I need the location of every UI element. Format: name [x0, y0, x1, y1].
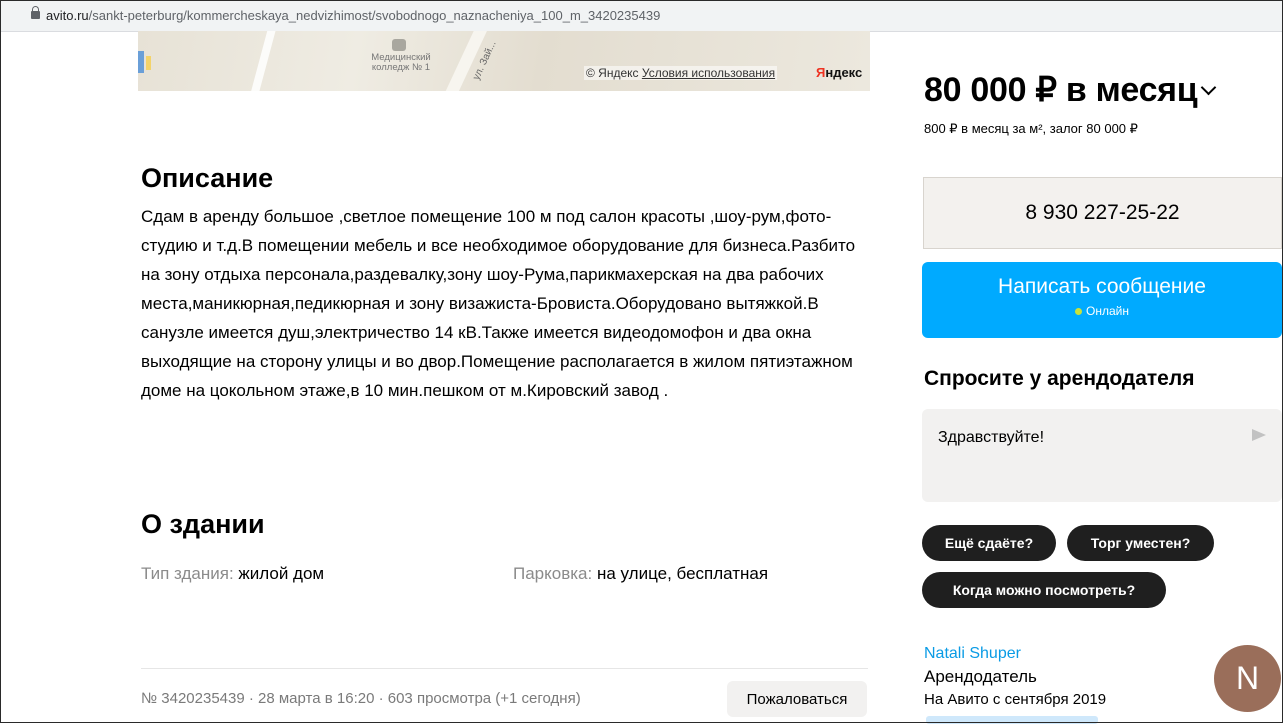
- map-feature: [138, 51, 144, 73]
- seller-name-link[interactable]: Natali Shuper: [924, 645, 1021, 663]
- send-icon[interactable]: [1252, 429, 1266, 441]
- chevron-down-icon[interactable]: [1201, 79, 1217, 96]
- online-status: Онлайн: [922, 304, 1282, 318]
- report-button[interactable]: Пожаловаться: [727, 681, 867, 717]
- map-poi-label: Медицинский колледж № 1: [371, 52, 431, 73]
- map-feature: [146, 56, 151, 70]
- parking-value: на улице, бесплатная: [596, 564, 769, 583]
- parking-label: Парковка:: [513, 564, 593, 583]
- seller-since: На Авито с сентября 2019: [924, 691, 1107, 708]
- map-preview[interactable]: Медицинский колледж № 1 ул. Зай... © Янд…: [138, 31, 870, 91]
- url-text[interactable]: avito.ru/sankt-peterburg/kommercheskaya_…: [46, 8, 660, 23]
- description-heading: Описание: [141, 163, 274, 193]
- ask-message-input[interactable]: Здравствуйте!: [922, 409, 1282, 502]
- description-text: Сдам в аренду большое ,светлое помещение…: [141, 207, 856, 400]
- ask-message-value[interactable]: Здравствуйте!: [938, 429, 1044, 447]
- map-terms-link[interactable]: Условия использования: [642, 66, 775, 80]
- building-type-label: Тип здания:: [141, 564, 234, 583]
- divider: [141, 668, 868, 669]
- chip-when-view[interactable]: Когда можно посмотреть?: [922, 572, 1166, 608]
- chip-negotiable[interactable]: Торг уместен?: [1067, 525, 1214, 561]
- avatar[interactable]: N: [1214, 645, 1281, 712]
- seller-role: Арендодатель: [924, 667, 1037, 686]
- map-copyright: © Яндекс Условия использования: [584, 66, 778, 80]
- write-message-button[interactable]: Написать сообщение Онлайн: [922, 262, 1282, 338]
- building-type-value: жилой дом: [238, 564, 325, 583]
- seller-badge: [926, 716, 1098, 724]
- price[interactable]: 80 000 ₽ в месяц: [924, 70, 1217, 110]
- building-type: Тип здания: жилой дом: [141, 564, 324, 584]
- online-dot-icon: [1075, 308, 1083, 315]
- ask-heading: Спросите у арендодателя: [924, 367, 1195, 390]
- write-message-label: Написать сообщение: [998, 275, 1206, 298]
- yandex-logo: Яндекс: [816, 65, 863, 80]
- price-value: 80 000 ₽ в месяц: [924, 71, 1198, 109]
- map-poi-icon: [392, 39, 406, 51]
- building-heading: О здании: [141, 509, 265, 539]
- price-details: 800 ₽ в месяц за м², залог 80 000 ₽: [924, 121, 1138, 136]
- lock-icon: [31, 6, 40, 19]
- map-road: [246, 31, 278, 91]
- address-bar[interactable]: avito.ru/sankt-peterburg/kommercheskaya_…: [1, 1, 1283, 32]
- parking: Парковка: на улице, бесплатная: [513, 564, 768, 584]
- chip-still-renting[interactable]: Ещё сдаёте?: [922, 525, 1056, 561]
- phone-button[interactable]: 8 930 227-25-22: [923, 177, 1282, 249]
- listing-meta: № 3420235439 · 28 марта в 16:20 · 603 пр…: [141, 690, 581, 707]
